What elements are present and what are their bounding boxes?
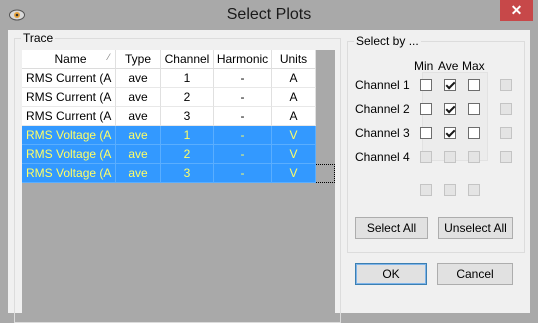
checkbox-ave[interactable]: [444, 127, 456, 139]
cancel-button[interactable]: Cancel: [437, 263, 513, 285]
column-label-min: Min: [414, 59, 434, 73]
cell-type: ave: [116, 107, 161, 126]
column-header-channel[interactable]: Channel: [161, 50, 214, 69]
table-row[interactable]: RMS Voltage (A ave 3- V: [22, 164, 335, 183]
column-select-checkbox-min: [420, 184, 432, 196]
select-all-button[interactable]: Select All: [355, 217, 428, 239]
column-select-checkbox-ave: [444, 184, 456, 196]
cell-type: ave: [116, 164, 161, 183]
checkbox-min[interactable]: [420, 103, 432, 115]
checkbox-ave[interactable]: [444, 103, 456, 115]
row-select-checkbox: [500, 151, 512, 163]
column-header-units[interactable]: Units: [272, 50, 316, 69]
checkbox-max[interactable]: [468, 103, 480, 115]
cell-units: A: [272, 88, 316, 107]
cell-type: ave: [116, 145, 161, 164]
select-by-group-label: Select by ...: [354, 34, 421, 48]
cell-type: ave: [116, 88, 161, 107]
table-header: Name Type Channel Harmonic Units ⁄: [22, 50, 335, 69]
cell-name: RMS Voltage (A: [22, 145, 116, 164]
cell-harmonic: -: [214, 126, 272, 145]
cell-units: A: [272, 69, 316, 88]
table-row[interactable]: RMS Voltage (A ave 2- V: [22, 145, 335, 164]
cell-units: V: [272, 126, 316, 145]
select-by-group: Select by ... Min Ave Max Select All Uns…: [347, 34, 525, 253]
checkbox-max[interactable]: [468, 127, 480, 139]
table-row[interactable]: RMS Voltage (A ave 1- V: [22, 126, 335, 145]
sort-indicator-icon: ⁄: [108, 52, 110, 62]
cell-type: ave: [116, 69, 161, 88]
table-row[interactable]: RMS Current (A ave 2- A: [22, 88, 335, 107]
cell-name: RMS Current (A: [22, 69, 116, 88]
checkbox-ave: [444, 151, 456, 163]
table-row[interactable]: RMS Current (A ave 3- A: [22, 107, 335, 126]
cell-name: RMS Current (A: [22, 107, 116, 126]
window-title: Select Plots: [226, 6, 312, 23]
channel-label: Channel 3: [355, 126, 410, 140]
cell-channel: 3: [161, 107, 214, 126]
cell-name: RMS Voltage (A: [22, 126, 116, 145]
checkbox-min: [420, 151, 432, 163]
column-select-checkbox-max: [468, 184, 480, 196]
ok-button[interactable]: OK: [355, 263, 427, 285]
table-row[interactable]: RMS Current (A ave 1- A: [22, 69, 335, 88]
checkbox-max[interactable]: [468, 79, 480, 91]
cell-units: V: [272, 145, 316, 164]
cell-harmonic: -: [214, 69, 272, 88]
trace-group: Trace Name Type Channel Harmonic Units ⁄ RMS C…: [14, 31, 341, 323]
trace-group-label: Trace: [21, 31, 56, 45]
checkbox-min[interactable]: [420, 127, 432, 139]
row-select-checkbox: [500, 103, 512, 115]
cell-channel: 1: [161, 126, 214, 145]
column-header-harmonic[interactable]: Harmonic: [214, 50, 272, 69]
cell-name: RMS Current (A: [22, 88, 116, 107]
row-select-checkbox: [500, 127, 512, 139]
channel-label: Channel 1: [355, 78, 410, 92]
cell-channel: 1: [161, 69, 214, 88]
column-header-name[interactable]: Name: [22, 50, 116, 69]
channel-label: Channel 2: [355, 102, 410, 116]
checkbox-max: [468, 151, 480, 163]
cell-channel: 2: [161, 88, 214, 107]
cell-harmonic: -: [214, 88, 272, 107]
unselect-all-button[interactable]: Unselect All: [438, 217, 513, 239]
channel-label: Channel 4: [355, 150, 410, 164]
cell-units: A: [272, 107, 316, 126]
cell-harmonic: -: [214, 107, 272, 126]
title-bar: Select Plots ✕: [0, 0, 538, 30]
checkbox-min[interactable]: [420, 79, 432, 91]
row-select-checkbox: [500, 79, 512, 91]
cell-channel: 3: [161, 164, 214, 183]
close-button[interactable]: ✕: [500, 0, 533, 21]
column-label-max: Max: [462, 59, 485, 73]
cell-units: V: [272, 164, 316, 183]
cell-harmonic: -: [214, 164, 272, 183]
checkbox-ave[interactable]: [444, 79, 456, 91]
column-label-ave: Ave: [438, 59, 459, 73]
cell-harmonic: -: [214, 145, 272, 164]
cell-channel: 2: [161, 145, 214, 164]
column-header-type[interactable]: Type: [116, 50, 161, 69]
cell-type: ave: [116, 126, 161, 145]
dialog-body: Trace Name Type Channel Harmonic Units ⁄ RMS C…: [8, 30, 530, 323]
cell-name: RMS Voltage (A: [22, 164, 116, 183]
trace-table[interactable]: Name Type Channel Harmonic Units ⁄ RMS Current…: [22, 50, 335, 320]
